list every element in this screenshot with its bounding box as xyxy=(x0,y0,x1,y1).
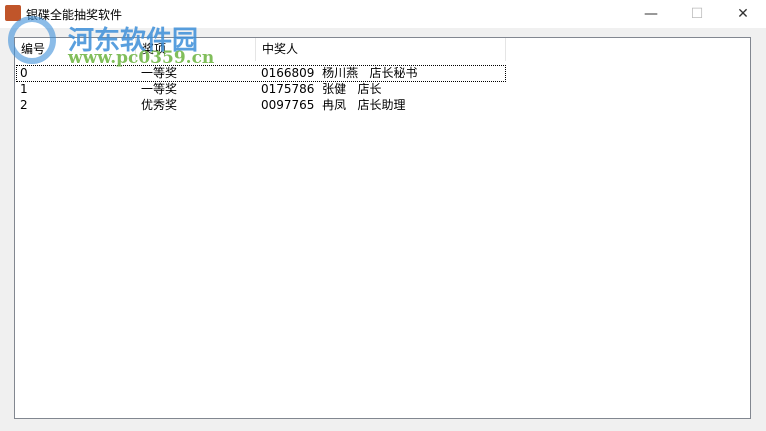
window-title: 银碟全能抽奖软件 xyxy=(26,8,123,22)
list-row[interactable]: 1 一等奖 0175786 张健 店长 xyxy=(17,82,505,97)
cell-id: 2 xyxy=(20,98,28,112)
column-header-prize[interactable]: 奖项 xyxy=(136,38,256,61)
minimize-button[interactable]: — xyxy=(628,0,674,28)
list-row[interactable]: 2 优秀奖 0097765 冉凤 店长助理 xyxy=(17,98,505,113)
winners-list[interactable]: 编号 奖项 中奖人 0 一等奖 0166809 杨川燕 店长秘书 1 一等奖 0… xyxy=(14,37,751,419)
cell-winner: 0166809 杨川燕 店长秘书 xyxy=(261,66,418,80)
cell-prize: 一等奖 xyxy=(141,82,178,96)
cell-id: 0 xyxy=(20,66,28,80)
cell-prize: 优秀奖 xyxy=(141,98,178,112)
cell-prize: 一等奖 xyxy=(141,66,178,80)
close-button[interactable]: ✕ xyxy=(720,0,766,28)
cell-winner: 0175786 张健 店长 xyxy=(261,82,382,96)
title-bar: 银碟全能抽奖软件 — ☐ ✕ xyxy=(0,0,766,28)
app-icon xyxy=(5,5,21,21)
column-header-winner[interactable]: 中奖人 xyxy=(256,38,506,61)
column-header-id[interactable]: 编号 xyxy=(15,38,136,61)
cell-id: 1 xyxy=(20,82,28,96)
list-row[interactable]: 0 一等奖 0166809 杨川燕 店长秘书 xyxy=(16,65,506,82)
maximize-button[interactable]: ☐ xyxy=(674,0,720,28)
cell-winner: 0097765 冉凤 店长助理 xyxy=(261,98,406,112)
